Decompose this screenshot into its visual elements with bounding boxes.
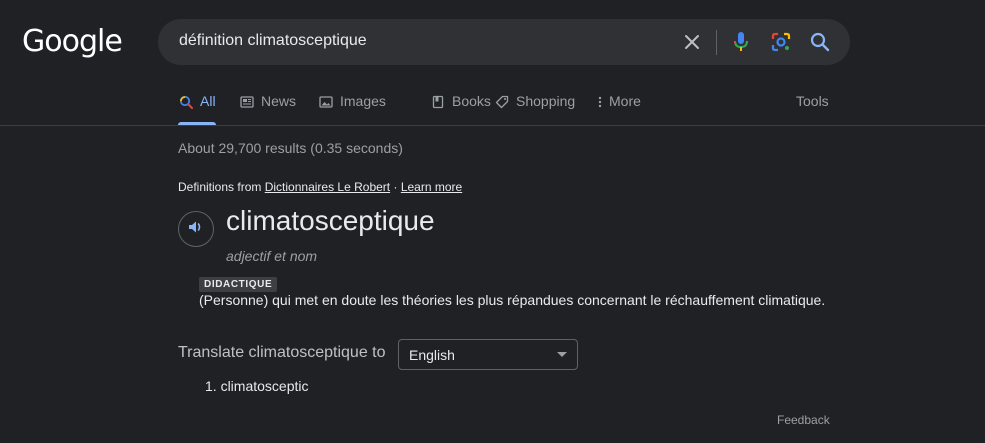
tools-label: Tools	[796, 93, 829, 109]
source-link[interactable]: Dictionnaires Le Robert	[265, 180, 390, 194]
separator: ·	[393, 180, 398, 194]
tab-label: Images	[340, 93, 386, 109]
register-badge: DIDACTIQUE	[199, 277, 278, 292]
tab-books[interactable]: Books	[430, 93, 491, 124]
search-results-page: Google définition climatosceptique All N…	[0, 0, 985, 443]
learn-more-link[interactable]: Learn more	[401, 180, 462, 194]
tools-button[interactable]: Tools	[796, 93, 829, 124]
result-stats: About 29,700 results (0.35 seconds)	[178, 140, 403, 156]
search-icon	[178, 94, 194, 110]
tag-icon	[494, 94, 510, 110]
google-logo[interactable]: Google	[22, 24, 123, 59]
more-vert-icon	[597, 94, 603, 110]
clear-icon[interactable]	[680, 30, 704, 54]
search-divider	[716, 30, 717, 55]
book-icon	[430, 94, 446, 110]
definitions-source: Definitions from Dictionnaires Le Robert…	[178, 180, 462, 194]
image-icon	[318, 94, 334, 110]
tab-label: More	[609, 93, 641, 109]
tabs-divider	[0, 125, 985, 126]
tab-label: All	[200, 93, 216, 109]
tab-shopping[interactable]: Shopping	[494, 93, 575, 124]
tab-all[interactable]: All	[178, 93, 216, 125]
definition-text: (Personne) qui met en doute les théories…	[199, 292, 826, 308]
part-of-speech: adjectif et nom	[226, 248, 318, 264]
source-prefix: Definitions from	[178, 180, 262, 194]
lens-icon[interactable]	[769, 30, 793, 54]
search-box[interactable]: définition climatosceptique	[158, 19, 850, 65]
speaker-icon	[187, 218, 205, 241]
translation-item: 1. climatosceptic	[205, 378, 309, 394]
microphone-icon[interactable]	[729, 30, 753, 54]
language-select[interactable]: English	[398, 339, 578, 370]
tab-images[interactable]: Images	[318, 93, 386, 124]
search-input[interactable]: définition climatosceptique	[179, 32, 367, 50]
feedback-link[interactable]: Feedback	[777, 413, 830, 427]
tab-label: Books	[452, 93, 491, 109]
search-icon[interactable]	[808, 30, 832, 54]
headword: climatosceptique	[226, 205, 435, 236]
tab-label: Shopping	[516, 93, 576, 109]
translate-label: Translate climatosceptique to	[178, 344, 386, 361]
tab-label: News	[261, 93, 297, 109]
language-value: English	[409, 347, 455, 363]
tab-news[interactable]: News	[239, 93, 296, 124]
chevron-down-icon	[557, 352, 567, 357]
news-icon	[239, 94, 255, 110]
search-tabs: All News Images Books Shopping More Tool…	[178, 93, 985, 126]
pronunciation-button[interactable]	[178, 211, 214, 247]
tab-more[interactable]: More	[597, 93, 641, 124]
